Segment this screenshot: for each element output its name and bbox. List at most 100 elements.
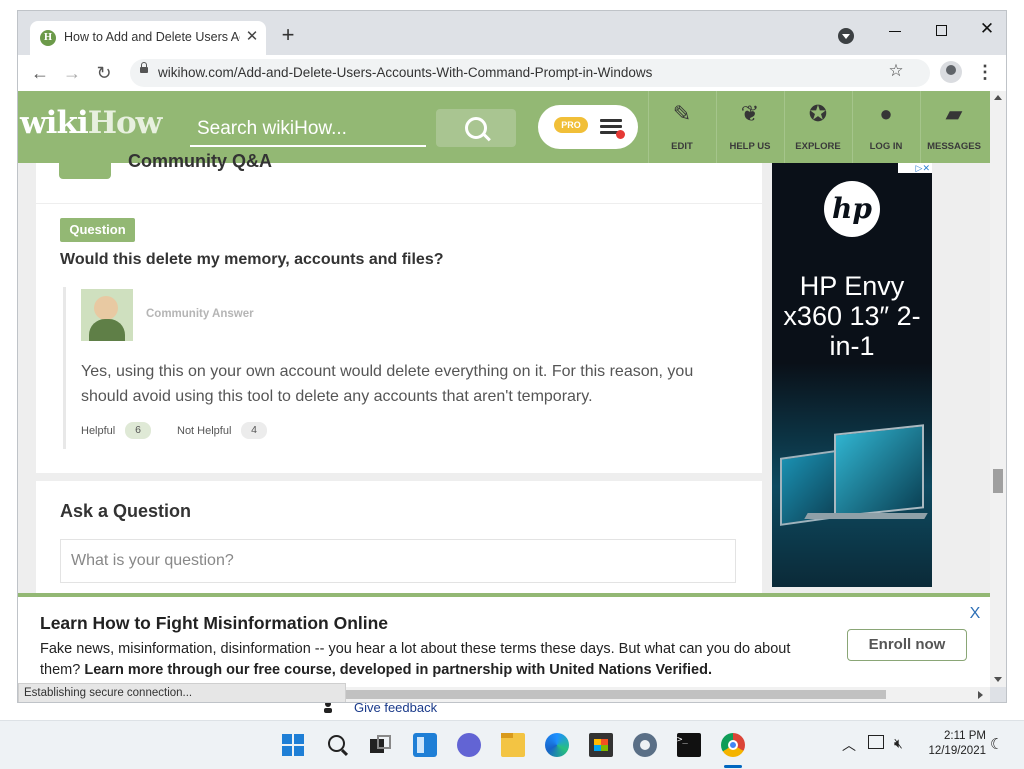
- browser-toolbar: ← → ↻ wikihow.com/Add-and-Delete-Users-A…: [18, 55, 1006, 91]
- file-explorer-icon[interactable]: [501, 733, 525, 757]
- window-minimize-button[interactable]: [878, 17, 912, 45]
- hp-logo-icon: hp: [824, 181, 880, 237]
- vertical-scroll-thumb[interactable]: [993, 469, 1003, 493]
- pro-menu-button[interactable]: PRO: [538, 105, 638, 149]
- nav-help-us-label: HELP US: [729, 141, 771, 152]
- nav-edit-label: EDIT: [671, 141, 693, 152]
- wikihow-logo[interactable]: wikiHow: [20, 105, 163, 141]
- scroll-right-arrow-icon[interactable]: [978, 691, 983, 699]
- network-icon[interactable]: [868, 735, 884, 749]
- answer-author: Community Answer: [146, 308, 254, 320]
- nav-help-us[interactable]: ❦ HELP US: [716, 91, 783, 163]
- compass-icon: ✪: [808, 101, 828, 126]
- misinformation-banner: Learn How to Fight Misinformation Online…: [18, 593, 990, 687]
- logo-wiki-text: wiki: [20, 105, 89, 141]
- ad-choices-icon[interactable]: ▷✕: [898, 163, 932, 173]
- clock-date: 12/19/2021: [928, 745, 986, 757]
- new-tab-icon[interactable]: +: [278, 24, 298, 46]
- window-close-button[interactable]: ✕: [970, 15, 1004, 43]
- nav-log-in-label: LOG IN: [869, 141, 903, 152]
- helpful-count: 6: [125, 422, 151, 439]
- enroll-now-button[interactable]: Enroll now: [847, 629, 967, 661]
- answer-text: Yes, using this on your own account woul…: [81, 363, 694, 405]
- laptop-image: [834, 424, 924, 518]
- logo-how-text: How: [87, 105, 163, 141]
- terminal-icon[interactable]: >_: [677, 733, 701, 757]
- horizontal-scroll-thumb[interactable]: [344, 690, 886, 699]
- profile-avatar-icon[interactable]: [940, 61, 962, 83]
- question-placeholder: What is your question?: [71, 552, 234, 569]
- section-title: Community Q&A: [128, 151, 272, 171]
- back-arrow-icon[interactable]: ←: [28, 61, 52, 85]
- community-avatar: [81, 289, 133, 341]
- sprout-icon: ❦: [740, 101, 760, 126]
- search-icon[interactable]: [325, 733, 349, 757]
- settings-icon[interactable]: [633, 733, 657, 757]
- address-bar[interactable]: wikihow.com/Add-and-Delete-Users-Account…: [130, 59, 930, 87]
- speaker-muted-icon[interactable]: 🔇︎: [894, 735, 903, 752]
- store-icon[interactable]: [589, 733, 613, 757]
- nav-messages-label: MESSAGES: [927, 141, 981, 152]
- window-maximize-button[interactable]: [924, 17, 958, 45]
- lock-icon[interactable]: [140, 62, 148, 73]
- answer-quote-bar: [63, 287, 66, 449]
- ad-headline: HP Envy x360 13″ 2-in-1: [783, 271, 921, 361]
- nav-messages[interactable]: ▰ MESSAGES: [920, 91, 987, 163]
- search-placeholder: Search wikiHow...: [197, 118, 347, 139]
- chat-icon[interactable]: [457, 733, 481, 757]
- not-helpful-button[interactable]: Not Helpful: [177, 425, 231, 437]
- forward-arrow-icon[interactable]: →: [60, 61, 84, 85]
- nav-explore[interactable]: ✪ EXPLORE: [784, 91, 851, 163]
- scroll-down-arrow-icon[interactable]: [994, 677, 1002, 682]
- task-view-icon[interactable]: [368, 733, 392, 757]
- question-text: Would this delete my memory, accounts an…: [60, 251, 444, 268]
- clock[interactable]: 2:11 PM 12/19/2021: [920, 729, 986, 759]
- chat-bubble-icon: ▰: [945, 101, 963, 126]
- helpful-button[interactable]: Helpful: [81, 425, 115, 437]
- browser-tab[interactable]: H How to Add and Delete Users Ac ✕: [30, 21, 266, 55]
- banner-body: Fake news, misinformation, disinformatio…: [40, 639, 830, 681]
- wikihow-search-input[interactable]: Search wikiHow...: [190, 109, 426, 147]
- not-helpful-count: 4: [241, 422, 267, 439]
- pencil-icon: ✎: [672, 101, 692, 126]
- tab-title: How to Add and Delete Users Ac: [64, 30, 240, 44]
- wikihow-favicon-icon: H: [40, 30, 56, 46]
- bookmark-star-icon[interactable]: ☆: [886, 61, 906, 81]
- kebab-menu-icon[interactable]: ⋮: [976, 61, 994, 83]
- nav-log-in[interactable]: ● LOG IN: [852, 91, 919, 163]
- chrome-icon[interactable]: [721, 733, 745, 757]
- notifications-icon[interactable]: ☾: [990, 735, 1003, 753]
- banner-title: Learn How to Fight Misinformation Online: [40, 613, 389, 633]
- divider: [36, 203, 762, 204]
- edge-icon[interactable]: [545, 733, 569, 757]
- reload-icon[interactable]: ↻: [92, 61, 116, 85]
- notification-dot: [616, 130, 625, 139]
- community-qa-icon: [59, 155, 111, 179]
- nav-explore-label: EXPLORE: [795, 141, 841, 152]
- start-icon[interactable]: [281, 733, 305, 757]
- taskbar: >_ ︿ 🔇︎ 2:11 PM 12/19/2021 ☾: [0, 720, 1024, 769]
- question-badge: Question: [60, 218, 135, 242]
- browser-window: H How to Add and Delete Users Ac ✕ + ✕ ←…: [17, 10, 1007, 703]
- question-input[interactable]: What is your question?: [60, 539, 736, 583]
- user-icon: ●: [879, 101, 893, 126]
- status-bubble: Establishing secure connection...: [18, 683, 346, 702]
- laptop-base: [804, 513, 928, 519]
- nav-edit[interactable]: ✎ EDIT: [648, 91, 715, 163]
- url-text[interactable]: wikihow.com/Add-and-Delete-Users-Account…: [158, 65, 652, 80]
- hp-advertisement[interactable]: ▷✕ hp HP Envy x360 13″ 2-in-1: [772, 163, 932, 587]
- banner-close-icon[interactable]: X: [968, 605, 982, 623]
- pro-badge: PRO: [554, 117, 588, 133]
- section-gap: [36, 473, 762, 481]
- clock-time: 2:11 PM: [944, 730, 986, 742]
- chevron-up-icon[interactable]: ︿: [842, 735, 856, 755]
- page-viewport: wikiHow Search wikiHow... PRO ✎ EDIT ❦ H…: [18, 91, 990, 687]
- widgets-icon[interactable]: [413, 733, 437, 757]
- banner-body-bold: Learn more through our free course, deve…: [84, 662, 712, 678]
- ask-question-title: Ask a Question: [60, 501, 192, 521]
- search-icon[interactable]: [436, 109, 516, 147]
- vertical-scrollbar[interactable]: [990, 91, 1006, 687]
- tab-search-dropdown-icon[interactable]: [838, 28, 854, 44]
- scroll-up-arrow-icon[interactable]: [994, 95, 1002, 100]
- tab-close-icon[interactable]: ✕: [244, 29, 260, 45]
